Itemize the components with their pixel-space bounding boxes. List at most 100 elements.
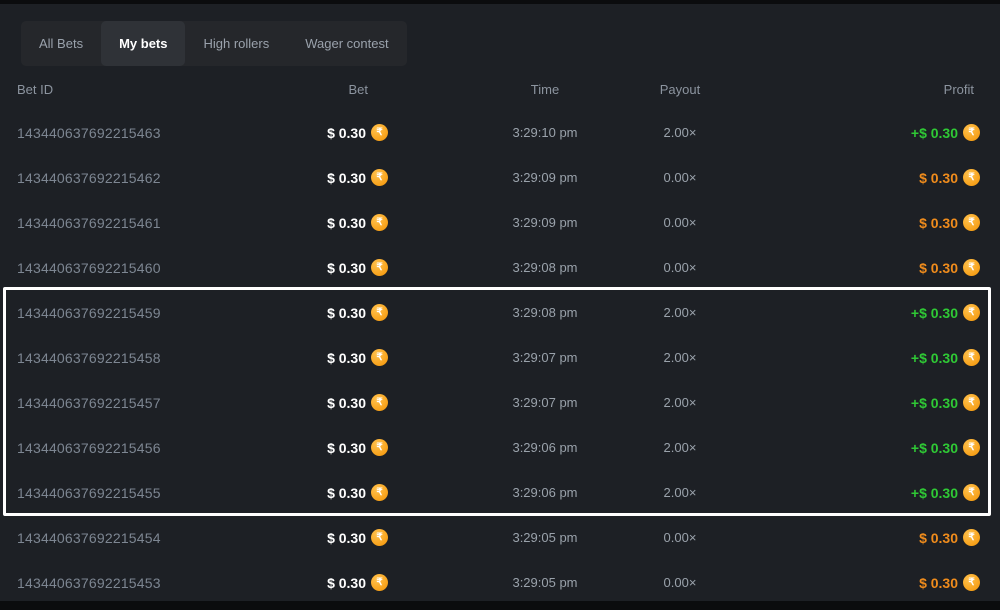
profit-cell: +$ 0.30 ₹ (911, 425, 980, 470)
table-row[interactable]: 143440637692215462 $ 0.30 ₹ 3:29:09 pm 0… (0, 155, 1000, 200)
table-row[interactable]: 143440637692215460 $ 0.30 ₹ 3:29:08 pm 0… (0, 245, 1000, 290)
tab-my-bets[interactable]: My bets (101, 21, 185, 66)
rupee-coin-icon: ₹ (371, 304, 388, 321)
tab-label: My bets (119, 36, 167, 51)
profit-amount: $ 0.30 (919, 215, 958, 231)
table-row[interactable]: 143440637692215463 $ 0.30 ₹ 3:29:10 pm 2… (0, 110, 1000, 155)
rupee-coin-icon: ₹ (371, 259, 388, 276)
profit-cell: $ 0.30 ₹ (919, 155, 980, 200)
bet-amount: $ 0.30 (327, 125, 366, 141)
table-row[interactable]: 143440637692215461 $ 0.30 ₹ 3:29:09 pm 0… (0, 200, 1000, 245)
profit-cell: $ 0.30 ₹ (919, 200, 980, 245)
bottom-edge (0, 601, 1000, 610)
profit-cell: $ 0.30 ₹ (919, 515, 980, 560)
rupee-coin-icon: ₹ (963, 214, 980, 231)
profit-amount: +$ 0.30 (911, 395, 958, 411)
bet-cell: $ 0.30 ₹ (327, 515, 388, 560)
profit-cell: $ 0.30 ₹ (919, 560, 980, 605)
rupee-coin-icon: ₹ (371, 484, 388, 501)
rupee-coin-icon: ₹ (371, 349, 388, 366)
payout-cell: 2.00× (630, 470, 730, 515)
bet-id-cell: 143440637692215461 (17, 200, 161, 245)
bet-amount: $ 0.30 (327, 485, 366, 501)
rupee-coin-icon: ₹ (371, 394, 388, 411)
bet-amount: $ 0.30 (327, 575, 366, 591)
payout-cell: 2.00× (630, 425, 730, 470)
table-row[interactable]: 143440637692215454 $ 0.30 ₹ 3:29:05 pm 0… (0, 515, 1000, 560)
bet-cell: $ 0.30 ₹ (327, 110, 388, 155)
profit-amount: $ 0.30 (919, 170, 958, 186)
profit-cell: +$ 0.30 ₹ (911, 380, 980, 425)
bet-cell: $ 0.30 ₹ (327, 290, 388, 335)
payout-cell: 2.00× (630, 335, 730, 380)
profit-amount: +$ 0.30 (911, 350, 958, 366)
bet-amount: $ 0.30 (327, 440, 366, 456)
col-header-bet: Bet (348, 74, 388, 104)
time-cell: 3:29:07 pm (465, 380, 625, 425)
rupee-coin-icon: ₹ (371, 214, 388, 231)
bets-table: 143440637692215463 $ 0.30 ₹ 3:29:10 pm 2… (0, 110, 1000, 605)
rupee-coin-icon: ₹ (963, 259, 980, 276)
time-cell: 3:29:06 pm (465, 470, 625, 515)
rupee-coin-icon: ₹ (371, 169, 388, 186)
rupee-coin-icon: ₹ (963, 169, 980, 186)
bet-id-cell: 143440637692215453 (17, 560, 161, 605)
table-row[interactable]: 143440637692215457 $ 0.30 ₹ 3:29:07 pm 2… (0, 380, 1000, 425)
bet-cell: $ 0.30 ₹ (327, 200, 388, 245)
time-cell: 3:29:08 pm (465, 245, 625, 290)
profit-amount: +$ 0.30 (911, 440, 958, 456)
table-row[interactable]: 143440637692215458 $ 0.30 ₹ 3:29:07 pm 2… (0, 335, 1000, 380)
rupee-coin-icon: ₹ (963, 439, 980, 456)
profit-amount: +$ 0.30 (911, 125, 958, 141)
payout-cell: 0.00× (630, 200, 730, 245)
payout-cell: 0.00× (630, 515, 730, 560)
time-cell: 3:29:07 pm (465, 335, 625, 380)
table-row[interactable]: 143440637692215453 $ 0.30 ₹ 3:29:05 pm 0… (0, 560, 1000, 605)
rupee-coin-icon: ₹ (963, 304, 980, 321)
payout-cell: 2.00× (630, 380, 730, 425)
rupee-coin-icon: ₹ (963, 394, 980, 411)
bet-cell: $ 0.30 ₹ (327, 470, 388, 515)
payout-cell: 0.00× (630, 245, 730, 290)
rupee-coin-icon: ₹ (963, 124, 980, 141)
table-row[interactable]: 143440637692215459 $ 0.30 ₹ 3:29:08 pm 2… (0, 290, 1000, 335)
bet-cell: $ 0.30 ₹ (327, 425, 388, 470)
bet-id-cell: 143440637692215460 (17, 245, 161, 290)
profit-amount: $ 0.30 (919, 530, 958, 546)
bet-id-cell: 143440637692215462 (17, 155, 161, 200)
bet-amount: $ 0.30 (327, 530, 366, 546)
payout-cell: 0.00× (630, 560, 730, 605)
profit-amount: $ 0.30 (919, 260, 958, 276)
col-header-bet-id: Bet ID (17, 74, 53, 104)
col-header-time: Time (465, 74, 625, 104)
tab-all-bets[interactable]: All Bets (21, 21, 101, 66)
bet-id-cell: 143440637692215455 (17, 470, 161, 515)
col-header-payout: Payout (630, 74, 730, 104)
rupee-coin-icon: ₹ (371, 574, 388, 591)
table-header: Bet ID Bet Time Payout Profit (0, 74, 1000, 104)
bet-amount: $ 0.30 (327, 170, 366, 186)
time-cell: 3:29:10 pm (465, 110, 625, 155)
rupee-coin-icon: ₹ (371, 439, 388, 456)
rupee-coin-icon: ₹ (371, 529, 388, 546)
tab-high-rollers[interactable]: High rollers (185, 21, 287, 66)
table-row[interactable]: 143440637692215455 $ 0.30 ₹ 3:29:06 pm 2… (0, 470, 1000, 515)
rupee-coin-icon: ₹ (963, 349, 980, 366)
time-cell: 3:29:05 pm (465, 515, 625, 560)
bet-amount: $ 0.30 (327, 215, 366, 231)
bet-amount: $ 0.30 (327, 305, 366, 321)
rupee-coin-icon: ₹ (963, 529, 980, 546)
bet-id-cell: 143440637692215458 (17, 335, 161, 380)
profit-cell: +$ 0.30 ₹ (911, 335, 980, 380)
top-edge (0, 0, 1000, 4)
time-cell: 3:29:08 pm (465, 290, 625, 335)
tab-wager-contest[interactable]: Wager contest (287, 21, 406, 66)
table-row[interactable]: 143440637692215456 $ 0.30 ₹ 3:29:06 pm 2… (0, 425, 1000, 470)
bet-amount: $ 0.30 (327, 350, 366, 366)
bet-cell: $ 0.30 ₹ (327, 560, 388, 605)
col-header-profit: Profit (944, 74, 980, 104)
time-cell: 3:29:09 pm (465, 155, 625, 200)
profit-amount: +$ 0.30 (911, 305, 958, 321)
profit-cell: $ 0.30 ₹ (919, 245, 980, 290)
bets-tabbar: All Bets My bets High rollers Wager cont… (21, 21, 407, 66)
